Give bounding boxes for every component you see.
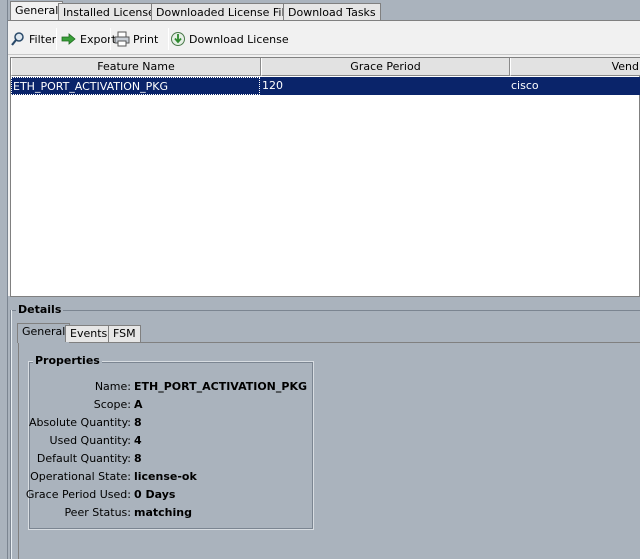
details-divider (10, 310, 640, 311)
printer-icon (114, 31, 130, 47)
property-label: Operational State: (30, 470, 131, 483)
cell-feature-name: ETH_PORT_ACTIVATION_PKG (11, 77, 260, 95)
details-tab-fsm[interactable]: FSM (108, 325, 141, 342)
filter-button[interactable]: Filter (10, 30, 56, 48)
toolbar-separator (56, 28, 57, 50)
property-value: 0 Days (134, 488, 176, 501)
properties-title: Properties (33, 354, 102, 367)
licenses-table: Feature Name Grace Period Vend ETH_PORT_… (10, 57, 640, 297)
property-label: Absolute Quantity: (28, 416, 131, 429)
toolbar-separator (110, 28, 111, 50)
export-arrow-icon (61, 31, 77, 47)
filter-icon (10, 31, 26, 47)
column-header-vendor[interactable]: Vend (510, 58, 640, 76)
print-button[interactable]: Print (114, 30, 158, 48)
property-label: Scope: (93, 398, 131, 411)
property-label: Name: (94, 380, 131, 393)
property-grace-period-used: Grace Period Used: 0 Days (25, 488, 314, 506)
details-tab-events[interactable]: Events (65, 325, 113, 342)
cell-grace-period: 120 (262, 79, 283, 92)
download-license-button[interactable]: Download License (170, 30, 289, 48)
tab-downloaded-license-files[interactable]: Downloaded License Files (151, 3, 303, 21)
details-title: Details (16, 303, 64, 316)
property-scope: Scope: A (28, 398, 314, 416)
download-icon (170, 31, 186, 47)
property-value: 4 (134, 434, 142, 447)
property-value: ETH_PORT_ACTIVATION_PKG (134, 380, 307, 393)
tab-general[interactable]: General (10, 1, 64, 21)
toolbar: Filter Export Print Download License (8, 21, 640, 55)
property-value: matching (134, 506, 192, 519)
toolbar-separator (168, 28, 169, 50)
column-header-feature-name[interactable]: Feature Name (11, 58, 261, 76)
top-tab-bar: General Installed Licenses Downloaded Li… (8, 0, 640, 21)
property-value: 8 (134, 452, 142, 465)
property-peer-status: Peer Status: matching (28, 506, 314, 524)
table-header: Feature Name Grace Period Vend (11, 58, 640, 76)
property-operational-state: Operational State: license-ok (28, 470, 314, 488)
property-absolute-quantity: Absolute Quantity: 8 (28, 416, 314, 434)
property-label: Used Quantity: (49, 434, 131, 447)
licenses-panel: Filter Export Print Download License Fea… (8, 20, 640, 297)
table-row[interactable]: ETH_PORT_ACTIVATION_PKG 120 cisco (11, 77, 640, 95)
download-license-label: Download License (189, 32, 289, 46)
window-left-edge (0, 0, 8, 559)
property-default-quantity: Default Quantity: 8 (28, 452, 314, 470)
details-tab-general[interactable]: General (17, 323, 71, 343)
tab-installed-licenses[interactable]: Installed Licenses (58, 3, 166, 21)
export-button[interactable]: Export (61, 30, 116, 48)
cell-vendor: cisco (511, 79, 539, 92)
print-label: Print (133, 32, 159, 46)
property-value: license-ok (134, 470, 197, 483)
property-label: Default Quantity: (36, 452, 131, 465)
tab-download-tasks[interactable]: Download Tasks (283, 3, 381, 21)
property-value: 8 (134, 416, 142, 429)
property-label: Peer Status: (64, 506, 131, 519)
details-left-border (10, 310, 12, 559)
column-header-grace-period[interactable]: Grace Period (261, 58, 510, 76)
property-label: Grace Period Used: (25, 488, 131, 501)
property-used-quantity: Used Quantity: 4 (28, 434, 314, 452)
filter-label: Filter (29, 32, 57, 46)
property-value: A (134, 398, 143, 411)
property-name: Name: ETH_PORT_ACTIVATION_PKG (28, 380, 314, 398)
